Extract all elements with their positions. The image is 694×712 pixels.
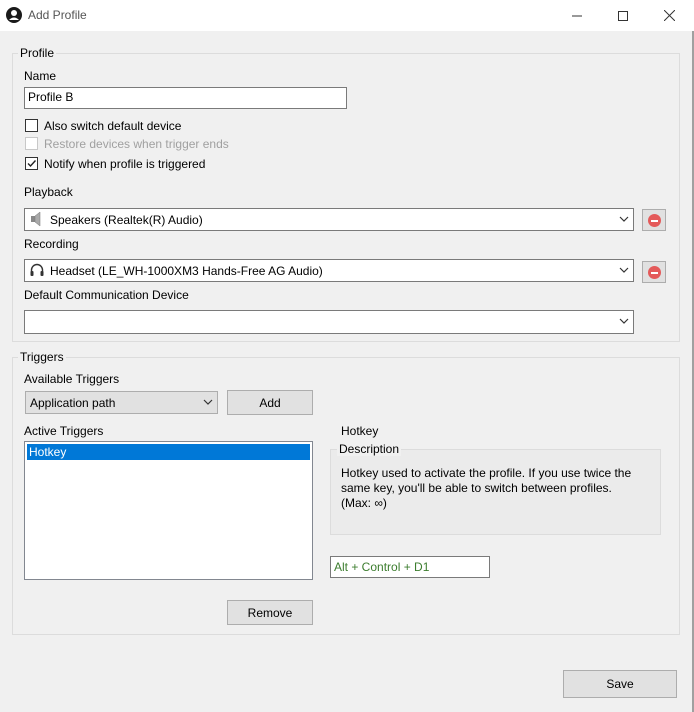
remove-playback-button[interactable]: [642, 209, 666, 231]
chevron-down-icon: [619, 216, 629, 222]
save-button[interactable]: Save: [563, 670, 677, 698]
also-switch-label: Also switch default device: [44, 119, 182, 133]
name-field[interactable]: Profile B: [24, 87, 347, 109]
maximize-button[interactable]: [600, 0, 646, 31]
recording-device-select[interactable]: Headset (LE_WH-1000XM3 Hands-Free AG Aud…: [24, 259, 634, 282]
active-triggers-label: Active Triggers: [24, 424, 104, 438]
restore-devices-label: Restore devices when trigger ends: [44, 137, 229, 151]
profile-group-title: Profile: [18, 46, 57, 60]
remove-icon: [648, 266, 661, 279]
playback-device-value: Speakers (Realtek(R) Audio): [50, 213, 203, 227]
playback-label: Playback: [24, 185, 73, 199]
notify-label: Notify when profile is triggered: [44, 157, 206, 171]
name-label: Name: [24, 69, 57, 83]
user-profile-icon: [6, 7, 22, 23]
active-triggers-list[interactable]: Hotkey: [24, 441, 313, 580]
hotkey-field[interactable]: Alt + Control + D1: [330, 556, 490, 578]
recording-label: Recording: [24, 237, 79, 251]
communication-label: Default Communication Device: [24, 288, 189, 302]
available-triggers-select[interactable]: Application path: [25, 391, 218, 414]
playback-device-select[interactable]: Speakers (Realtek(R) Audio): [24, 208, 634, 231]
checkmark-icon: [27, 160, 37, 168]
minimize-icon: [572, 15, 582, 16]
available-triggers-value: Application path: [30, 396, 116, 410]
chevron-down-icon: [619, 318, 629, 324]
available-triggers-label: Available Triggers: [24, 372, 120, 386]
notify-checkbox[interactable]: [25, 157, 38, 170]
remove-recording-button[interactable]: [642, 261, 666, 283]
triggers-group-title: Triggers: [18, 350, 66, 364]
add-trigger-button[interactable]: Add: [227, 390, 313, 415]
recording-device-value: Headset (LE_WH-1000XM3 Hands-Free AG Aud…: [50, 264, 323, 278]
remove-trigger-button[interactable]: Remove: [227, 600, 313, 625]
maximize-icon: [618, 10, 628, 21]
window-title: Add Profile: [28, 8, 87, 22]
close-button[interactable]: [646, 0, 692, 31]
also-switch-checkbox[interactable]: [25, 119, 38, 132]
remove-icon: [648, 214, 661, 227]
description-group: Hotkey used to activate the profile. If …: [330, 449, 661, 535]
speaker-icon: [31, 211, 41, 227]
description-group-title: Description: [337, 442, 402, 456]
title-bar: Add Profile: [0, 0, 694, 31]
headset-icon: [30, 263, 44, 276]
trigger-detail-title: Hotkey: [341, 424, 379, 438]
chevron-down-icon: [203, 399, 213, 405]
close-icon: [663, 10, 675, 21]
minimize-button[interactable]: [554, 0, 600, 31]
description-text: Hotkey used to activate the profile. If …: [341, 466, 632, 510]
list-item[interactable]: Hotkey: [27, 444, 310, 460]
restore-devices-checkbox: [25, 137, 38, 150]
chevron-down-icon: [619, 267, 629, 273]
communication-device-select[interactable]: [24, 310, 634, 334]
